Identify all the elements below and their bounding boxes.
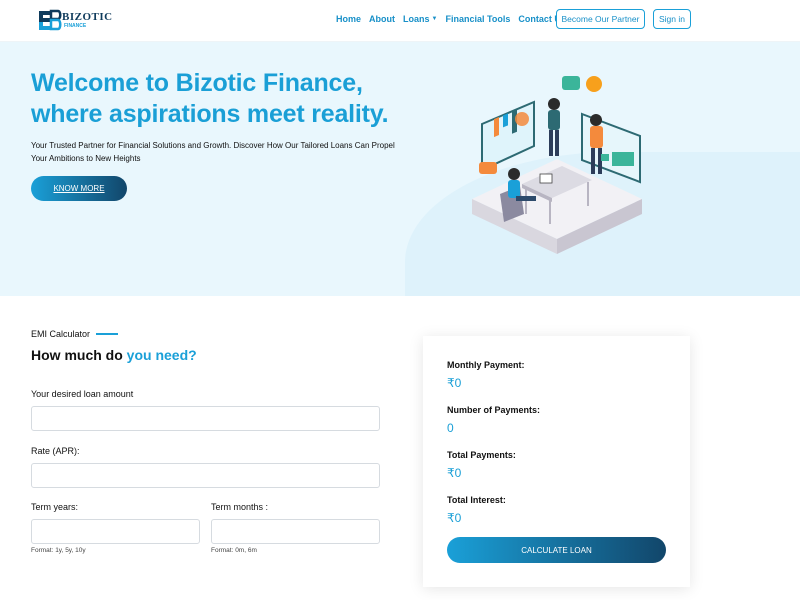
monthly-payment-value: ₹0 xyxy=(447,376,462,390)
term-years-input[interactable] xyxy=(31,519,200,544)
know-more-button[interactable]: KNOW MORE xyxy=(31,176,127,201)
emi-result-card: Monthly Payment: ₹0 Number of Payments: … xyxy=(423,336,690,587)
nav-loans-label: Loans xyxy=(403,14,430,24)
logo-subtext: FINANCE xyxy=(64,23,87,29)
team-office-illustration xyxy=(472,76,642,254)
emi-eyebrow-text: EMI Calculator xyxy=(31,329,91,339)
term-months-input[interactable] xyxy=(211,519,380,544)
nav-financial-tools[interactable]: Financial Tools xyxy=(445,14,510,24)
total-payments-label: Total Payments: xyxy=(447,450,516,460)
term-years-hint: Format: 1y, 5y, 10y xyxy=(31,547,86,554)
term-months-hint: Format: 0m, 6m xyxy=(211,547,257,554)
become-partner-button[interactable]: Become Our Partner xyxy=(556,9,645,29)
bizotic-logo-icon xyxy=(39,9,62,31)
hero-section: Welcome to Bizotic Finance, where aspira… xyxy=(0,42,800,296)
eyebrow-divider xyxy=(96,333,119,335)
rate-input[interactable] xyxy=(31,463,380,488)
emi-eyebrow: EMI Calculator xyxy=(31,329,119,339)
nav-about[interactable]: About xyxy=(369,14,395,24)
main-nav: Home About Loans ▼ Financial Tools Contac… xyxy=(336,14,566,24)
rate-label: Rate (APR): xyxy=(31,446,80,456)
hero-title-line2: where aspirations meet reality. xyxy=(31,100,389,128)
site-header: BIZOTIC FINANCE Home About Loans ▼ Financ… xyxy=(0,0,800,42)
term-years-label: Term years: xyxy=(31,502,79,512)
nav-home[interactable]: Home xyxy=(336,14,361,24)
number-of-payments-value: 0 xyxy=(447,421,454,435)
total-interest-label: Total Interest: xyxy=(447,495,506,505)
sign-in-button[interactable]: Sign in xyxy=(653,9,691,29)
emi-heading: How much do you need? xyxy=(31,347,197,363)
emi-heading-prefix: How much do xyxy=(31,347,127,363)
monthly-payment-label: Monthly Payment: xyxy=(447,360,525,370)
loan-amount-label: Your desired loan amount xyxy=(31,389,134,399)
caret-down-icon: ▼ xyxy=(431,16,438,22)
calculate-loan-button[interactable]: CALCULATE LOAN xyxy=(447,537,666,563)
emi-heading-accent: you need? xyxy=(126,347,197,363)
nav-loans[interactable]: Loans ▼ xyxy=(403,14,437,24)
total-interest-value: ₹0 xyxy=(447,511,462,525)
hero-title: Welcome to Bizotic Finance, where aspira… xyxy=(31,68,411,130)
logo-text: BIZOTIC xyxy=(62,11,113,23)
total-payments-value: ₹0 xyxy=(447,466,462,480)
hero-subtitle: Your Trusted Partner for Financial Solut… xyxy=(31,141,395,163)
loan-amount-input[interactable] xyxy=(31,406,380,431)
bizotic-logo[interactable]: BIZOTIC FINANCE xyxy=(36,8,112,32)
number-of-payments-label: Number of Payments: xyxy=(447,405,541,415)
hero-title-line1: Welcome to Bizotic Finance, xyxy=(31,69,363,97)
term-months-label: Term months : xyxy=(211,502,269,512)
